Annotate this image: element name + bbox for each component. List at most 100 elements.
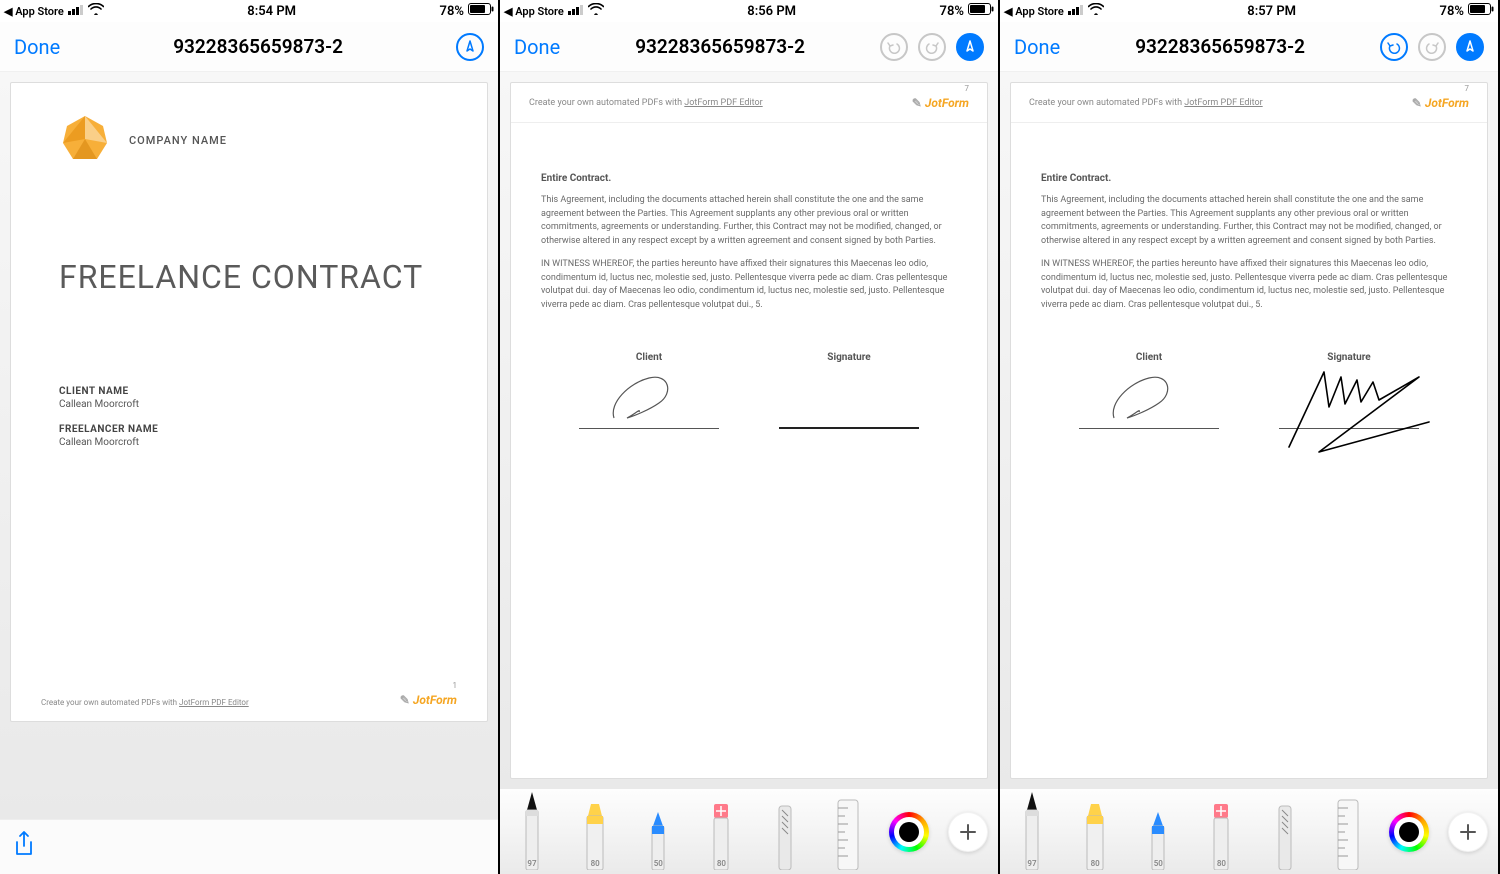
battery-icon (968, 3, 994, 19)
back-to-app[interactable]: ◀ App Store (504, 5, 564, 18)
jotform-link[interactable]: JotForm PDF Editor (1184, 98, 1262, 108)
page-header: Create your own automated PDFs with JotF… (1011, 83, 1487, 123)
jotform-brand: ✎ JotForm (912, 96, 969, 110)
statusbar: ◀ App Store 8:54 PM 78% (0, 0, 498, 22)
done-button[interactable]: Done (14, 35, 60, 59)
markup-button[interactable] (456, 33, 484, 61)
jotform-brand: ✎ JotForm (1412, 96, 1469, 110)
page-number: 7 (965, 84, 970, 93)
client-sig-label: Client (579, 352, 719, 363)
pencil-tool[interactable]: 50 (636, 810, 680, 870)
done-button[interactable]: Done (1014, 35, 1060, 59)
pen-tool[interactable]: 97 (510, 790, 554, 870)
jotform-link[interactable]: JotForm PDF Editor (179, 698, 249, 707)
highlighter-opacity: 80 (1091, 859, 1100, 868)
pencil-opacity: 50 (654, 859, 663, 868)
battery-pct: 78% (1440, 4, 1464, 19)
wifi-icon (1088, 3, 1104, 19)
client-label: CLIENT NAME (59, 386, 439, 397)
color-picker[interactable] (1389, 812, 1429, 852)
redo-button (918, 33, 946, 61)
navbar: Done 93228365659873-2 (0, 22, 498, 72)
pen-opacity: 97 (1027, 859, 1036, 868)
markup-toolbox: 97 80 50 80 (1000, 789, 1498, 874)
highlighter-tool[interactable]: 80 (573, 802, 617, 870)
bottombar (0, 819, 498, 874)
signal-icon (568, 4, 584, 19)
paragraph-2: IN WITNESS WHEREOF, the parties hereunto… (1041, 258, 1457, 312)
eraser-tool[interactable]: 80 (1199, 802, 1243, 870)
undo-button[interactable] (1380, 33, 1408, 61)
battery-pct: 78% (940, 4, 964, 19)
client-value: Callean Moorcroft (59, 399, 439, 410)
pencil-tool[interactable]: 50 (1136, 810, 1180, 870)
add-button[interactable] (1448, 812, 1488, 852)
pdf-page-7: Create your own automated PDFs with JotF… (1010, 82, 1488, 779)
eraser-opacity: 80 (717, 859, 726, 868)
signal-icon (68, 4, 84, 19)
back-to-app[interactable]: ◀ App Store (4, 5, 64, 18)
client-signature (579, 368, 719, 428)
battery-icon (1468, 3, 1494, 19)
paragraph-1: This Agreement, including the documents … (1041, 194, 1457, 248)
client-sig-box (1079, 369, 1219, 429)
pen-tool[interactable]: 97 (1010, 790, 1054, 870)
page-number: 7 (1465, 84, 1470, 93)
page-header: Create your own automated PDFs with JotF… (511, 83, 987, 123)
ruler-tool[interactable] (1326, 798, 1370, 870)
back-to-app[interactable]: ◀ App Store (1004, 5, 1064, 18)
doc-title: 93228365659873-2 (173, 35, 343, 58)
navbar: Done 93228365659873-2 (500, 22, 998, 72)
navbar: Done 93228365659873-2 (1000, 22, 1498, 72)
ruler-tool[interactable] (826, 798, 870, 870)
signature-sig-label: Signature (779, 352, 919, 363)
signature-sig-box[interactable] (779, 369, 919, 429)
client-signature (1079, 368, 1219, 428)
share-button[interactable] (12, 830, 36, 864)
client-sig-box (579, 369, 719, 429)
screen-2: ◀ App Store 8:56 PM 78% Done 93228365659… (500, 0, 1000, 874)
section-title: Entire Contract. (1041, 173, 1457, 184)
pdf-page-7: Create your own automated PDFs with JotF… (510, 82, 988, 779)
screen-1: ◀ App Store 8:54 PM 78% Done 93228365659… (0, 0, 500, 874)
document-viewport[interactable]: Create your own automated PDFs with JotF… (500, 72, 998, 789)
contract-title: FREELANCE CONTRACT (59, 258, 439, 296)
plus-icon (1459, 823, 1477, 841)
statusbar: ◀ App Store 8:57 PM 78% (1000, 0, 1498, 22)
lasso-tool[interactable] (1263, 802, 1307, 870)
markup-button[interactable] (1456, 33, 1484, 61)
statusbar: ◀ App Store 8:56 PM 78% (500, 0, 998, 22)
pdf-page-1: COMPANY NAME FREELANCE CONTRACT CLIENT N… (10, 82, 488, 722)
clock: 8:57 PM (1247, 4, 1296, 19)
doc-title: 93228365659873-2 (1135, 35, 1305, 58)
document-viewport[interactable]: COMPANY NAME FREELANCE CONTRACT CLIENT N… (0, 72, 498, 819)
clock: 8:56 PM (747, 4, 796, 19)
lasso-tool[interactable] (763, 802, 807, 870)
highlighter-opacity: 80 (591, 859, 600, 868)
clock: 8:54 PM (247, 4, 296, 19)
paragraph-1: This Agreement, including the documents … (541, 194, 957, 248)
pen-opacity: 97 (527, 859, 536, 868)
screen-3: ◀ App Store 8:57 PM 78% Done 93228365659… (1000, 0, 1500, 874)
paragraph-2: IN WITNESS WHEREOF, the parties hereunto… (541, 258, 957, 312)
color-picker[interactable] (889, 812, 929, 852)
jotform-link[interactable]: JotForm PDF Editor (684, 98, 762, 108)
jotform-brand: ✎ JotForm (400, 693, 457, 707)
signal-icon (1068, 4, 1084, 19)
markup-button[interactable] (956, 33, 984, 61)
done-button[interactable]: Done (514, 35, 560, 59)
eraser-opacity: 80 (1217, 859, 1226, 868)
pencil-opacity: 50 (1154, 859, 1163, 868)
highlighter-tool[interactable]: 80 (1073, 802, 1117, 870)
redo-button (1418, 33, 1446, 61)
company-name: COMPANY NAME (129, 134, 227, 147)
markup-toolbox: 97 80 50 80 (500, 789, 998, 874)
plus-icon (959, 823, 977, 841)
add-button[interactable] (948, 812, 988, 852)
battery-pct: 78% (440, 4, 464, 19)
section-title: Entire Contract. (541, 173, 957, 184)
page-footer: Create your own automated PDFs with JotF… (41, 693, 457, 707)
battery-icon (468, 3, 494, 19)
document-viewport[interactable]: Create your own automated PDFs with JotF… (1000, 72, 1498, 789)
eraser-tool[interactable]: 80 (699, 802, 743, 870)
